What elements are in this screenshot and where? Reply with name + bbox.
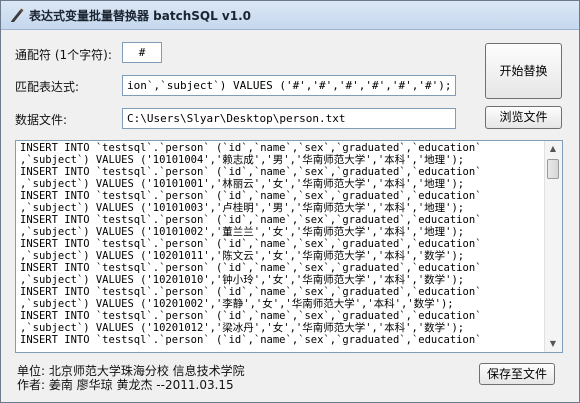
scrollbar-thumb[interactable] <box>547 159 559 179</box>
window-title: 表达式变量批量替换器 batchSQL v1.0 <box>29 9 252 23</box>
output-line: ,`subject`) VALUES ('10201002','李静','女',… <box>20 298 454 310</box>
wildcard-input[interactable]: # <box>122 42 162 63</box>
output-line: INSERT INTO `testsql`.`person` (`id`,`na… <box>20 262 482 274</box>
authors-text: 作者: 姜南 廖华琼 黄龙杰 --2011.03.15 <box>17 378 234 392</box>
output-line: ,`subject`) VALUES ('10101004','赖志成','男'… <box>20 154 465 166</box>
output-line: INSERT INTO `testsql`.`person` (`id`,`na… <box>20 166 482 178</box>
output-textarea[interactable]: INSERT INTO `testsql`.`person` (`id`,`na… <box>15 140 563 353</box>
pen-icon <box>11 8 24 22</box>
datafile-label: 数据文件: <box>15 113 68 127</box>
output-line: ,`subject`) VALUES ('10201011','陈文云','女'… <box>20 250 465 262</box>
output-line: ,`subject`) VALUES ('10101002','董兰兰','女'… <box>20 226 465 238</box>
vertical-scrollbar[interactable]: ▲ ▼ <box>544 141 562 352</box>
browse-file-button[interactable]: 浏览文件 <box>485 106 562 129</box>
output-lines: INSERT INTO `testsql`.`person` (`id`,`na… <box>20 142 544 346</box>
output-line: ,`subject`) VALUES ('10201010','钟小玲','女'… <box>20 274 465 286</box>
title-bar[interactable]: 表达式变量批量替换器 batchSQL v1.0 <box>1 1 579 30</box>
arrow-up-icon[interactable]: ▲ <box>545 141 561 157</box>
save-to-file-button[interactable]: 保存至文件 <box>479 363 555 385</box>
pattern-label: 匹配表达式: <box>15 80 80 94</box>
output-line: INSERT INTO `testsql`.`person` (`id`,`na… <box>20 190 482 202</box>
output-line: ,`subject`) VALUES ('10101003','卢桂明','男'… <box>20 202 465 214</box>
output-line: INSERT INTO `testsql`.`person` (`id`,`na… <box>20 142 482 154</box>
output-line: ,`subject`) VALUES ('10101001','林丽云','女'… <box>20 178 465 190</box>
output-line: INSERT INTO `testsql`.`person` (`id`,`na… <box>20 238 482 250</box>
output-line: INSERT INTO `testsql`.`person` (`id`,`na… <box>20 214 482 226</box>
app-window: 表达式变量批量替换器 batchSQL v1.0 通配符 (1个字符): # 匹… <box>0 0 580 403</box>
pattern-input[interactable]: ion`,`subject`) VALUES ('#','#','#','#',… <box>122 75 456 96</box>
output-line: INSERT INTO `testsql`.`person` (`id`,`na… <box>20 334 482 346</box>
start-replace-button[interactable]: 开始替换 <box>485 43 562 99</box>
output-line: INSERT INTO `testsql`.`person` (`id`,`na… <box>20 286 482 298</box>
output-line: INSERT INTO `testsql`.`person` (`id`,`na… <box>20 310 482 322</box>
output-line: ,`subject`) VALUES ('10201012','梁冰丹','女'… <box>20 322 465 334</box>
datafile-input[interactable]: C:\Users\Slyar\Desktop\person.txt <box>122 108 456 129</box>
wildcard-label: 通配符 (1个字符): <box>15 48 112 62</box>
arrow-down-icon[interactable]: ▼ <box>545 336 561 352</box>
